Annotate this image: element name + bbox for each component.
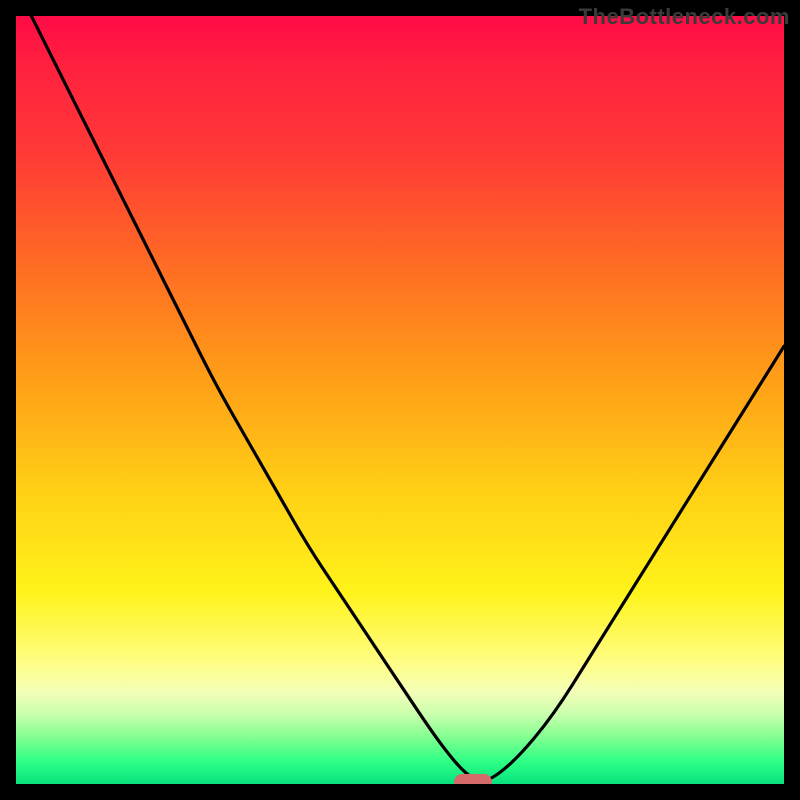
watermark-text: TheBottleneck.com bbox=[579, 4, 790, 30]
optimal-marker bbox=[454, 774, 492, 784]
plot-area bbox=[16, 16, 784, 784]
chart-frame: TheBottleneck.com bbox=[0, 0, 800, 800]
bottleneck-curve bbox=[16, 16, 784, 784]
